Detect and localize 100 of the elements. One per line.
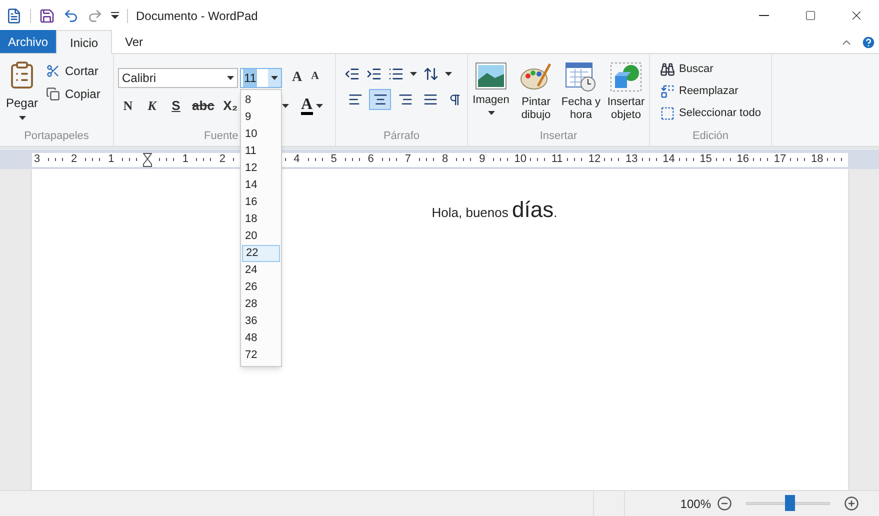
- ruler-number: 12: [588, 152, 598, 168]
- copy-icon: [46, 87, 60, 101]
- font-size-option[interactable]: 26: [242, 279, 280, 296]
- font-size-option[interactable]: 10: [242, 126, 280, 143]
- ruler-number: 15: [700, 152, 710, 168]
- ruler-number: 8: [440, 152, 450, 168]
- ruler-number: 1: [107, 152, 116, 168]
- paint-palette-icon: [520, 62, 552, 92]
- line-spacing-icon[interactable]: [423, 66, 439, 82]
- align-center-button[interactable]: [369, 89, 391, 110]
- font-size-option[interactable]: 9: [242, 109, 280, 126]
- insert-button[interactable]: Fecha y hora: [561, 62, 601, 126]
- caret-icon: [271, 76, 278, 80]
- bullet-list-icon[interactable]: [388, 66, 404, 82]
- font-family-combobox[interactable]: Calibri: [118, 68, 238, 88]
- font-size-option[interactable]: 11: [242, 143, 280, 160]
- insert-button[interactable]: Imagen: [471, 62, 511, 126]
- ruler-number: 6: [366, 152, 375, 168]
- replace-icon: [660, 84, 675, 99]
- font-size-option[interactable]: 72: [242, 347, 280, 364]
- caret-icon: [18, 116, 26, 120]
- wordpad-app-icon[interactable]: [6, 8, 22, 24]
- copy-button[interactable]: Copiar: [46, 85, 100, 103]
- justify-icon: [422, 92, 438, 107]
- minimize-icon: [759, 15, 769, 16]
- cut-button[interactable]: Cortar: [46, 62, 100, 80]
- file-tab[interactable]: Archivo: [0, 30, 56, 53]
- underline-button[interactable]: S: [166, 96, 186, 116]
- group-label: Insertar: [540, 128, 578, 144]
- ruler-number: 13: [626, 152, 636, 168]
- strikethrough-button[interactable]: abc: [190, 96, 216, 116]
- paste-button[interactable]: Pegar: [4, 60, 40, 126]
- group-label: Portapapeles: [24, 128, 89, 144]
- ribbon-tab[interactable]: Inicio: [56, 30, 112, 54]
- editing-button[interactable]: Buscar: [660, 61, 771, 78]
- caret-icon: [227, 76, 234, 80]
- font-size-option[interactable]: 20: [242, 228, 280, 245]
- ruler-number: 18: [810, 152, 821, 168]
- save-icon[interactable]: [39, 8, 55, 24]
- customize-toolbar-icon[interactable]: [111, 12, 119, 19]
- caret-icon: [410, 72, 417, 76]
- font-size-option[interactable]: 18: [242, 211, 280, 228]
- zoom-in-icon[interactable]: [844, 496, 859, 511]
- zoom-level: 100%: [680, 496, 711, 512]
- ruler-number: 16: [736, 152, 747, 168]
- align-left-icon: [348, 92, 362, 107]
- ruler-number: 11: [551, 152, 562, 168]
- redo-icon[interactable]: [87, 8, 103, 24]
- window-title: Documento - WordPad: [136, 8, 258, 24]
- ruler-number: 17: [774, 152, 784, 168]
- maximize-icon: [804, 10, 816, 21]
- font-size-option[interactable]: 22: [242, 245, 280, 262]
- font-size-option[interactable]: 48: [242, 330, 280, 347]
- undo-icon[interactable]: [63, 8, 79, 24]
- bold-button[interactable]: N: [118, 96, 138, 116]
- ruler-number: 2: [218, 152, 227, 168]
- binoculars-icon: [660, 62, 675, 77]
- align-right-icon: [398, 92, 412, 107]
- ruler-number: 7: [404, 152, 412, 168]
- insert-button[interactable]: Pintar dibujo: [516, 62, 556, 126]
- font-size-option[interactable]: 36: [242, 313, 280, 330]
- increase-indent-icon[interactable]: [366, 66, 382, 82]
- scissors-icon: [46, 64, 60, 78]
- caret-icon: [316, 104, 323, 108]
- ruler-number: 5: [330, 152, 338, 168]
- select-all-icon: [660, 106, 675, 121]
- italic-button[interactable]: K: [142, 96, 162, 116]
- grow-font-icon[interactable]: A: [292, 67, 302, 88]
- decrease-indent-icon[interactable]: [344, 66, 360, 82]
- align-center-icon: [372, 92, 388, 107]
- ruler-number: 9: [478, 152, 486, 168]
- font-size-option[interactable]: 28: [242, 296, 280, 313]
- ruler-number: 3: [32, 152, 42, 168]
- subscript-button[interactable]: X₂: [220, 96, 240, 116]
- help-icon[interactable]: [861, 34, 876, 50]
- indent-marker-icon[interactable]: [143, 152, 152, 166]
- paragraph-icon[interactable]: [448, 92, 462, 106]
- editing-button[interactable]: Reemplazar: [660, 83, 771, 100]
- ruler-number: 2: [70, 152, 78, 168]
- ruler-number: 4: [292, 152, 301, 168]
- font-size-option[interactable]: 8: [242, 92, 280, 109]
- ribbon-tab[interactable]: Ver: [112, 30, 156, 53]
- group-label: Edición: [692, 128, 729, 144]
- landscape-image-icon: [475, 62, 507, 90]
- caret-icon: [488, 111, 494, 115]
- shrink-font-icon[interactable]: A: [311, 68, 319, 84]
- zoom-slider-thumb[interactable]: [784, 495, 795, 511]
- zoom-out-icon[interactable]: [717, 496, 732, 511]
- ruler-number: 14: [662, 152, 673, 168]
- insert-button[interactable]: Insertar objeto: [606, 62, 646, 126]
- caret-icon: [445, 72, 452, 76]
- editing-button[interactable]: Seleccionar todo: [660, 105, 771, 122]
- font-size-combobox[interactable]: 11: [240, 68, 282, 88]
- caret-icon: [282, 104, 289, 108]
- font-size-option[interactable]: 24: [242, 262, 280, 279]
- group-label: Párrafo: [383, 128, 420, 144]
- ruler-number: 10: [514, 152, 524, 168]
- font-size-option[interactable]: 14: [242, 177, 280, 194]
- group-label: Fuente: [204, 128, 238, 144]
- font-size-option[interactable]: 16: [242, 194, 280, 211]
